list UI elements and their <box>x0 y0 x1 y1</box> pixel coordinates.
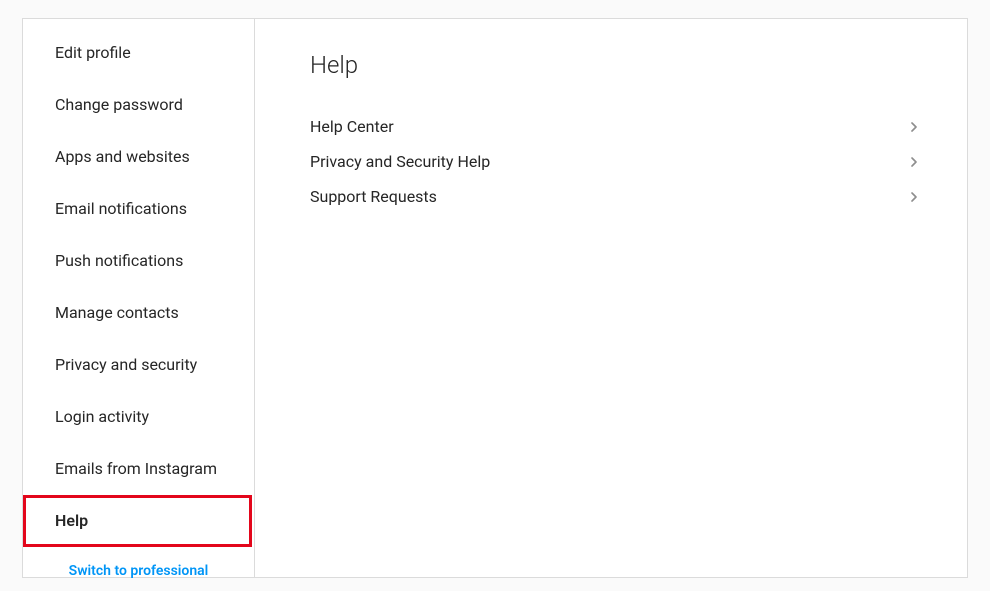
sidebar-item-change-password[interactable]: Change password <box>23 79 254 131</box>
chevron-right-icon <box>906 189 922 205</box>
sidebar-item-manage-contacts[interactable]: Manage contacts <box>23 287 254 339</box>
help-row-label: Privacy and Security Help <box>310 152 490 171</box>
help-row-help-center[interactable]: Help Center <box>310 109 922 144</box>
help-row-label: Help Center <box>310 117 394 136</box>
sidebar-item-email-notifications[interactable]: Email notifications <box>23 183 254 235</box>
settings-sidebar: Edit profile Change password Apps and we… <box>23 19 255 577</box>
chevron-right-icon <box>906 154 922 170</box>
sidebar-item-help[interactable]: Help <box>23 495 252 547</box>
chevron-right-icon <box>906 119 922 135</box>
sidebar-item-emails-from-instagram[interactable]: Emails from Instagram <box>23 443 254 495</box>
page-title: Help <box>310 51 922 79</box>
sidebar-item-push-notifications[interactable]: Push notifications <box>23 235 254 287</box>
help-row-support-requests[interactable]: Support Requests <box>310 179 922 214</box>
sidebar-item-edit-profile[interactable]: Edit profile <box>23 27 254 79</box>
sidebar-item-privacy-and-security[interactable]: Privacy and security <box>23 339 254 391</box>
main-panel: Help Help Center Privacy and Security He… <box>255 19 967 577</box>
sidebar-item-apps-and-websites[interactable]: Apps and websites <box>23 131 254 183</box>
settings-container: Edit profile Change password Apps and we… <box>22 18 968 578</box>
sidebar-item-login-activity[interactable]: Login activity <box>23 391 254 443</box>
help-row-privacy-and-security-help[interactable]: Privacy and Security Help <box>310 144 922 179</box>
help-row-label: Support Requests <box>310 187 437 206</box>
switch-to-professional-link[interactable]: Switch to professional <box>23 547 254 589</box>
